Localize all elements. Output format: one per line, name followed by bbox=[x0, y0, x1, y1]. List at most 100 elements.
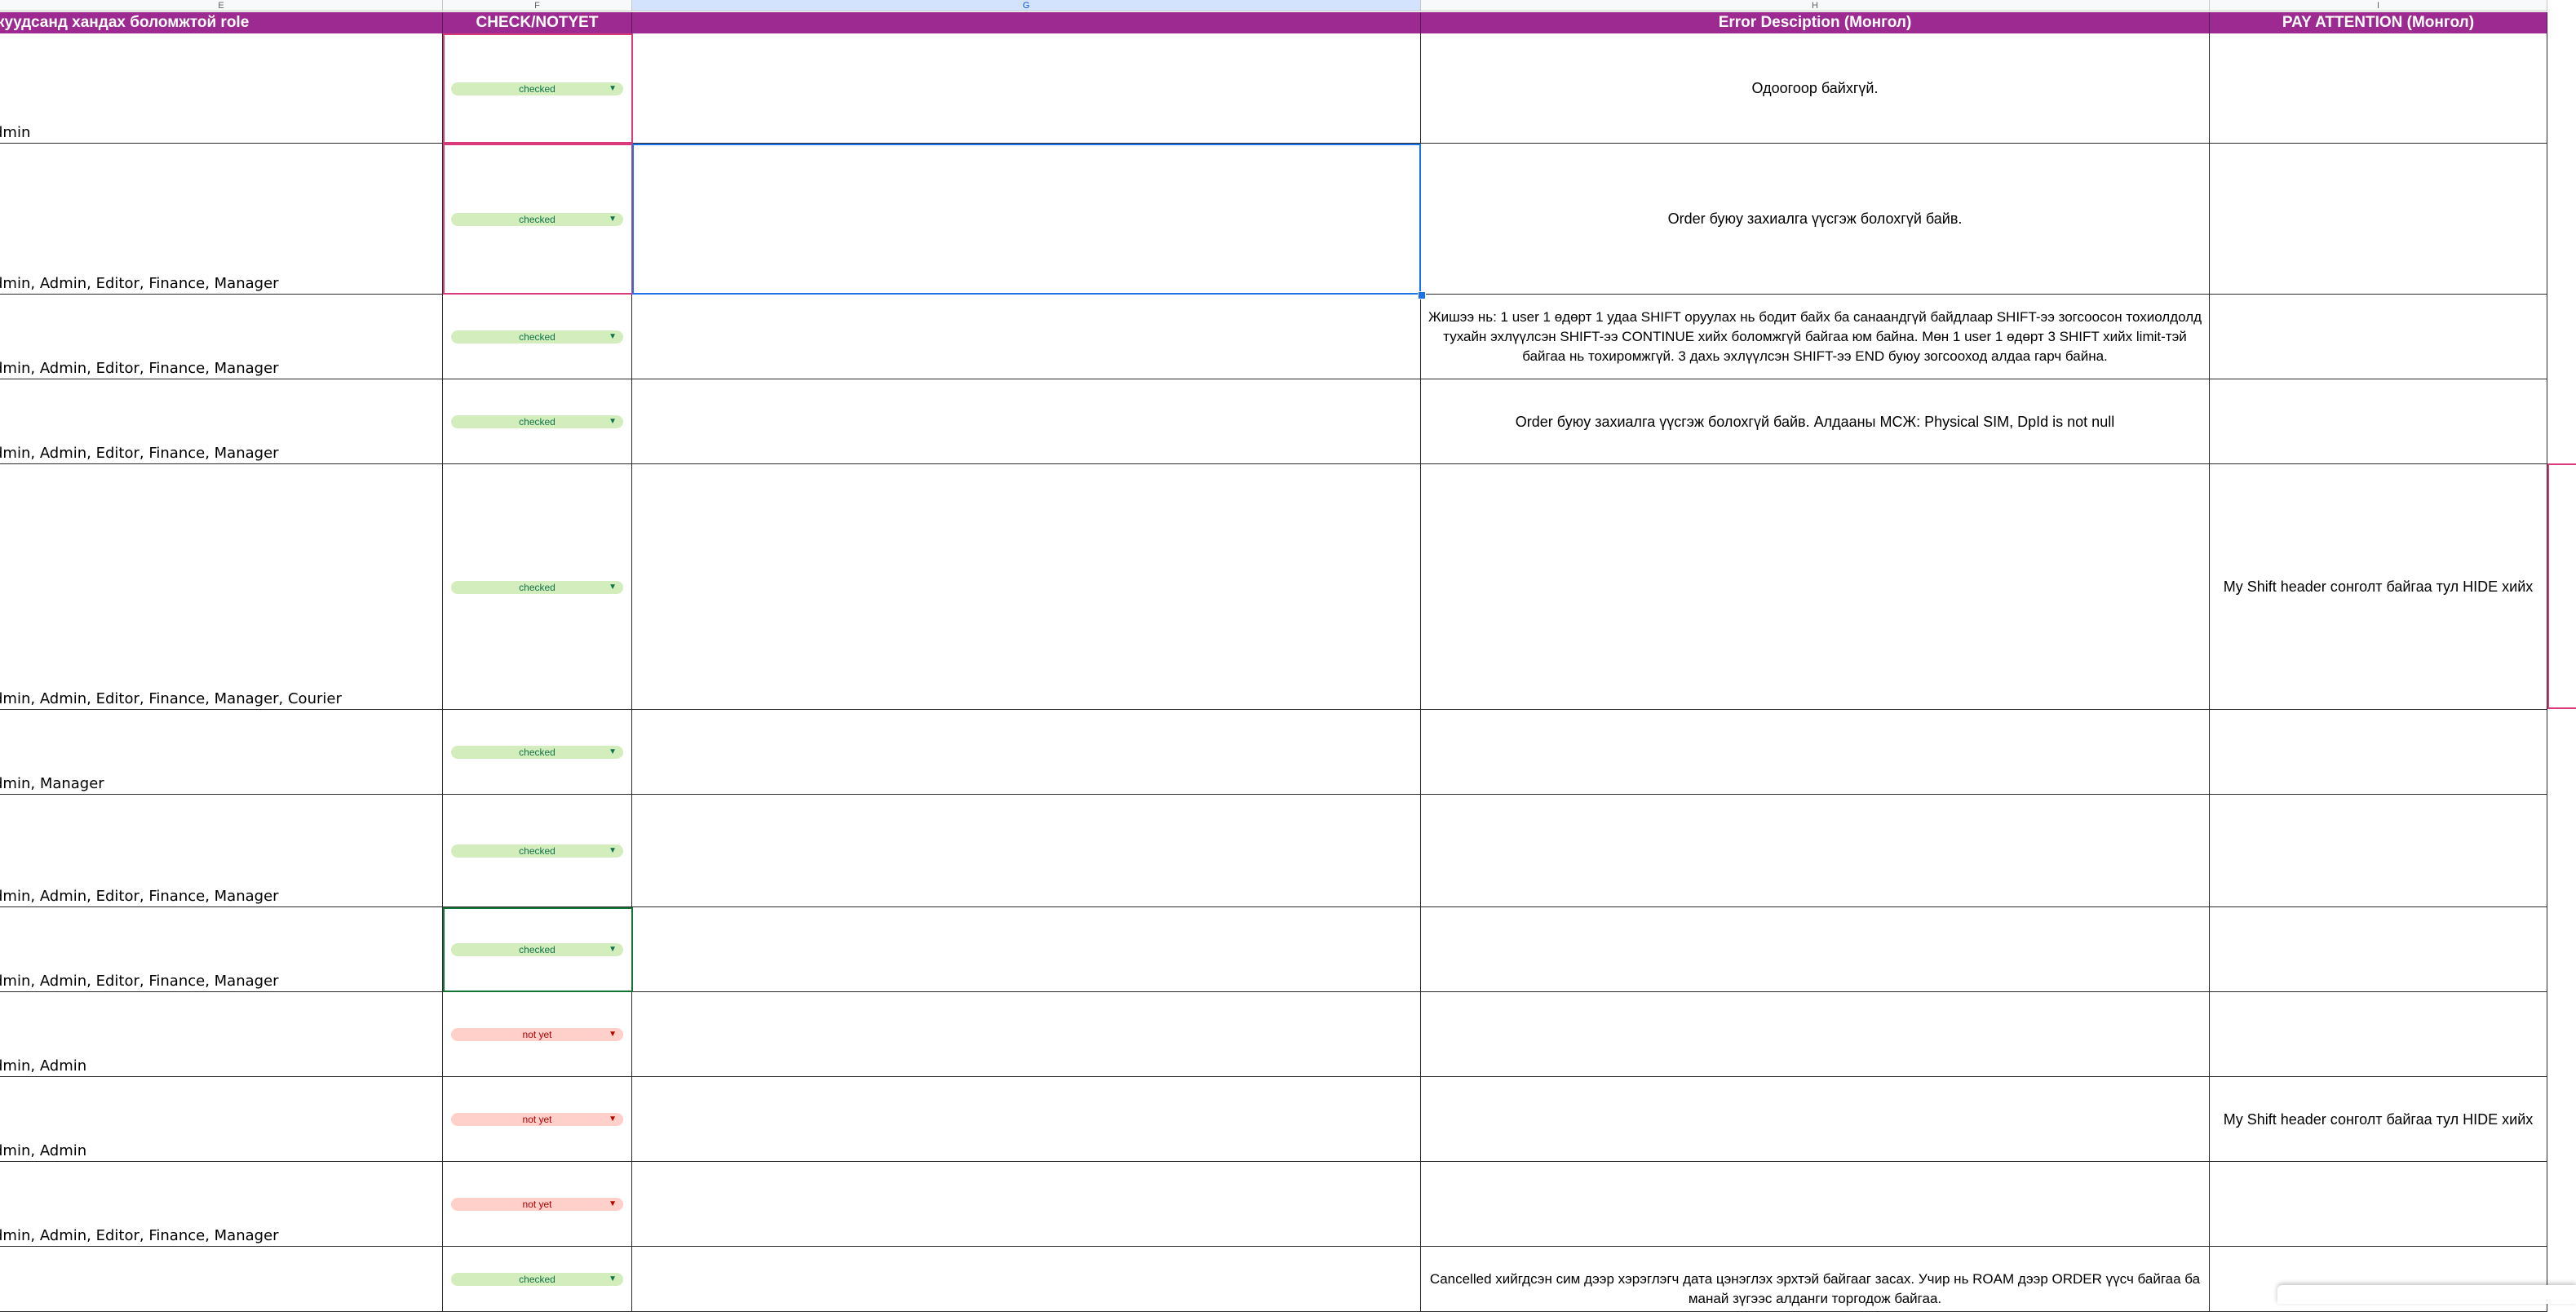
status-dropdown-chip[interactable]: checked ▼ bbox=[451, 1273, 623, 1286]
status-cell[interactable]: not yet ▼ bbox=[443, 992, 632, 1077]
error-description-cell[interactable] bbox=[1421, 992, 2210, 1077]
status-dropdown-chip[interactable]: checked ▼ bbox=[451, 415, 623, 428]
status-dropdown-chip[interactable]: checked ▼ bbox=[451, 580, 623, 594]
chevron-down-icon[interactable]: ▼ bbox=[609, 581, 617, 594]
column-header-f[interactable]: F bbox=[443, 0, 632, 11]
pay-attention-cell[interactable] bbox=[2210, 992, 2547, 1077]
chevron-down-icon[interactable]: ▼ bbox=[609, 1028, 617, 1041]
chevron-down-icon[interactable]: ▼ bbox=[609, 82, 617, 95]
error-description-cell[interactable] bbox=[1421, 795, 2210, 907]
status-label: checked bbox=[519, 581, 555, 593]
roles-cell[interactable]: dmin, Admin, Editor, Finance, Manager bbox=[0, 379, 443, 464]
roles-cell[interactable]: dmin, Manager bbox=[0, 710, 443, 795]
status-dropdown-chip[interactable]: checked ▼ bbox=[451, 330, 623, 344]
header-error-description[interactable]: Error Desciption (Монгол) bbox=[1421, 12, 2210, 33]
status-label: not yet bbox=[522, 1199, 552, 1210]
blank-cell[interactable] bbox=[632, 1077, 1421, 1162]
roles-cell[interactable]: dmin, Admin bbox=[0, 1077, 443, 1162]
status-cell[interactable]: not yet ▼ bbox=[443, 1077, 632, 1162]
error-description-text: Cancelled хийгдсэн сим дээр хэрэглэгч да… bbox=[1429, 1271, 2201, 1306]
chevron-down-icon[interactable]: ▼ bbox=[609, 330, 617, 344]
blank-cell[interactable] bbox=[632, 795, 1421, 907]
chevron-down-icon[interactable]: ▼ bbox=[609, 1198, 617, 1211]
column-header-h[interactable]: H bbox=[1421, 0, 2210, 11]
error-description-cell[interactable] bbox=[1421, 907, 2210, 992]
error-description-cell[interactable] bbox=[1421, 464, 2210, 710]
status-dropdown-chip[interactable]: checked ▼ bbox=[451, 212, 623, 226]
pay-attention-cell[interactable] bbox=[2210, 144, 2547, 295]
chevron-down-icon[interactable]: ▼ bbox=[609, 1113, 617, 1126]
status-dropdown-chip[interactable]: not yet ▼ bbox=[451, 1028, 623, 1041]
blank-cell[interactable] bbox=[632, 379, 1421, 464]
blank-cell[interactable] bbox=[632, 1247, 1421, 1312]
error-description-cell[interactable]: Order буюу захиалга үүсгэж болохгүй байв… bbox=[1421, 144, 2210, 295]
error-description-cell[interactable] bbox=[1421, 1077, 2210, 1162]
status-cell[interactable]: checked ▼ bbox=[443, 379, 632, 464]
chevron-down-icon[interactable]: ▼ bbox=[609, 415, 617, 428]
header-check[interactable]: CHECK/NOTYET bbox=[443, 12, 632, 33]
error-description-cell[interactable]: Одоогоор байхгүй. bbox=[1421, 33, 2210, 144]
chevron-down-icon[interactable]: ▼ bbox=[609, 213, 617, 226]
blank-cell[interactable] bbox=[632, 464, 1421, 710]
pay-attention-cell[interactable] bbox=[2210, 33, 2547, 144]
chevron-down-icon[interactable]: ▼ bbox=[609, 844, 617, 858]
status-dropdown-chip[interactable]: checked ▼ bbox=[451, 82, 623, 95]
roles-cell[interactable]: dmin, Admin, Editor, Finance, Manager, C… bbox=[0, 464, 443, 710]
header-blank[interactable] bbox=[632, 12, 1421, 33]
blank-cell[interactable] bbox=[632, 1162, 1421, 1247]
roles-cell[interactable]: dmin, Admin, Editor, Finance, Manager bbox=[0, 907, 443, 992]
status-cell[interactable]: checked ▼ bbox=[443, 144, 632, 295]
roles-cell[interactable]: dmin, Admin, Editor, Finance, Manager bbox=[0, 144, 443, 295]
blank-cell[interactable] bbox=[632, 710, 1421, 795]
header-pay-attention[interactable]: PAY ATTENTION (Монгол) bbox=[2210, 12, 2547, 33]
chevron-down-icon[interactable]: ▼ bbox=[609, 1273, 617, 1286]
header-roles[interactable]: куудсанд хандах боломжтой role bbox=[0, 12, 443, 33]
pay-attention-cell[interactable]: My Shift header сонголт байгаа тул HIDE … bbox=[2210, 464, 2547, 710]
roles-cell[interactable]: dmin, Admin, Editor, Finance, Manager bbox=[0, 1162, 443, 1247]
status-dropdown-chip[interactable]: not yet ▼ bbox=[451, 1198, 623, 1211]
pay-attention-cell[interactable] bbox=[2210, 907, 2547, 992]
roles-cell[interactable]: dmin bbox=[0, 33, 443, 144]
blank-cell[interactable] bbox=[632, 295, 1421, 379]
column-header-g[interactable]: G bbox=[632, 0, 1421, 11]
fill-handle[interactable] bbox=[1418, 291, 1426, 299]
status-cell[interactable]: checked ▼ bbox=[443, 295, 632, 379]
blank-cell[interactable] bbox=[632, 33, 1421, 144]
side-panel-edge[interactable] bbox=[2277, 1285, 2576, 1304]
roles-cell[interactable]: dmin, Admin bbox=[0, 992, 443, 1077]
error-description-cell[interactable] bbox=[1421, 710, 2210, 795]
blank-cell[interactable] bbox=[632, 907, 1421, 992]
status-cell[interactable]: not yet ▼ bbox=[443, 1162, 632, 1247]
status-dropdown-chip[interactable]: checked ▼ bbox=[451, 943, 623, 956]
status-cell[interactable]: checked ▼ bbox=[443, 795, 632, 907]
pay-attention-cell[interactable] bbox=[2210, 379, 2547, 464]
status-dropdown-chip[interactable]: checked ▼ bbox=[451, 844, 623, 858]
blank-cell[interactable] bbox=[632, 144, 1421, 295]
roles-cell[interactable]: dmin, Admin, Editor, Finance, Manager bbox=[0, 295, 443, 379]
status-dropdown-chip[interactable]: not yet ▼ bbox=[451, 1113, 623, 1126]
status-cell[interactable]: checked ▼ bbox=[443, 1247, 632, 1312]
status-dropdown-chip[interactable]: checked ▼ bbox=[451, 746, 623, 759]
pay-attention-text: My Shift header сонголт байгаа тул HIDE … bbox=[2223, 1110, 2534, 1128]
pay-attention-cell[interactable] bbox=[2210, 710, 2547, 795]
pay-attention-cell[interactable] bbox=[2210, 795, 2547, 907]
pay-attention-cell[interactable]: My Shift header сонголт байгаа тул HIDE … bbox=[2210, 1077, 2547, 1162]
status-cell[interactable]: checked ▼ bbox=[443, 907, 632, 992]
error-description-cell[interactable]: Cancelled хийгдсэн сим дээр хэрэглэгч да… bbox=[1421, 1247, 2210, 1312]
roles-cell[interactable]: dmin, Admin, Editor, Finance, Manager bbox=[0, 795, 443, 907]
error-description-cell[interactable]: Order буюу захиалга үүсгэж болохгүй байв… bbox=[1421, 379, 2210, 464]
status-cell[interactable]: checked ▼ bbox=[443, 33, 632, 144]
error-description-cell[interactable] bbox=[1421, 1162, 2210, 1247]
column-header-i[interactable]: I bbox=[2210, 0, 2547, 11]
column-header-e[interactable]: E bbox=[0, 0, 443, 11]
status-cell[interactable]: checked ▼ bbox=[443, 710, 632, 795]
blank-cell[interactable] bbox=[632, 992, 1421, 1077]
status-cell[interactable]: checked ▼ bbox=[443, 464, 632, 710]
error-description-cell[interactable]: Жишээ нь: 1 user 1 өдөрт 1 удаа SHIFT ор… bbox=[1421, 295, 2210, 379]
pay-attention-cell[interactable] bbox=[2210, 1162, 2547, 1247]
pay-attention-cell[interactable] bbox=[2210, 295, 2547, 379]
roles-cell[interactable] bbox=[0, 1247, 443, 1312]
chevron-down-icon[interactable]: ▼ bbox=[609, 943, 617, 956]
chevron-down-icon[interactable]: ▼ bbox=[609, 746, 617, 759]
error-description-text: Order буюу захиалга үүсгэж болохгүй байв… bbox=[1667, 211, 1963, 227]
